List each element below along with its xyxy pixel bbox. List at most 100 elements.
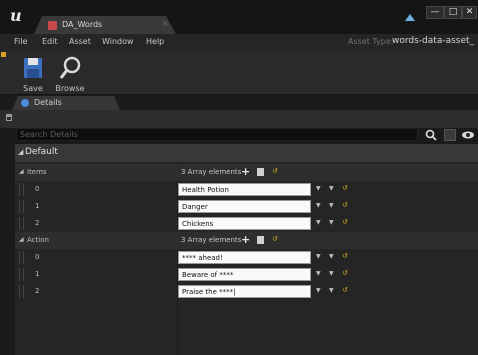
browse-label: Browse [55,84,85,93]
indent-guide [19,285,20,298]
trash-icon[interactable] [257,236,264,244]
save-button[interactable]: Save [15,54,51,94]
reset-icon[interactable]: ↺ [342,201,348,209]
element-dropdown[interactable]: ▼ [329,287,334,294]
maximize-button[interactable]: □ [444,6,462,19]
items-label: Items [27,168,47,176]
array-element-row: 2 Chickens ▼ ▼ ↺ [15,215,478,232]
magnifier-icon [59,56,81,79]
panel-tab-bar: Details [0,95,478,110]
eye-icon[interactable] [461,129,475,141]
array-element-row: 0 **** ahead! ▼ ▼ ↺ [15,249,478,266]
feedback-icon[interactable] [404,12,416,24]
indent-guide [19,268,20,281]
indent-guide [23,200,24,213]
element-options-dropdown[interactable]: ▼ [316,253,321,260]
element-index: 0 [35,253,40,261]
menu-asset[interactable]: Asset [69,37,91,46]
element-dropdown[interactable]: ▼ [329,270,334,277]
expand-arrow-icon[interactable]: ◢ [19,236,24,243]
element-options-dropdown[interactable]: ▼ [316,202,321,209]
text-field[interactable]: Praise the ****| [178,285,311,298]
asset-document-tab[interactable]: DA_Words × [34,16,176,34]
indent-guide [19,200,20,213]
indent-guide [19,251,20,264]
asset-tab-title: DA_Words [62,20,103,29]
action-array-row[interactable]: ◢ Action 3 Array elements + ↺ [15,232,478,249]
menu-window[interactable]: Window [102,37,134,46]
text-field[interactable]: Health Potion [178,183,311,196]
search-icon[interactable] [425,129,437,141]
reset-icon[interactable]: ↺ [342,218,348,226]
indent-guide [19,183,20,196]
search-placeholder: Search Details [20,130,78,139]
array-element-row: 1 Beware of **** ▼ ▼ ↺ [15,266,478,283]
expand-arrow-icon[interactable]: ◢ [19,168,24,175]
element-options-dropdown[interactable]: ▼ [316,219,321,226]
save-icon [24,58,42,78]
category-label: Default [25,147,58,157]
element-dropdown[interactable]: ▼ [329,253,334,260]
text-field[interactable]: Danger [178,200,311,213]
items-array-row[interactable]: ◢ Items 3 Array elements + ↺ [15,164,478,181]
minimize-button[interactable]: — [426,6,444,19]
array-element-row: 2 Praise the ****| ▼ ▼ ↺ [15,283,478,300]
element-index: 1 [35,202,40,210]
action-count: 3 Array elements [181,236,242,244]
add-element-button[interactable]: + [241,165,250,178]
reset-icon[interactable]: ↺ [342,269,348,277]
search-details-input[interactable]: Search Details [16,128,418,141]
array-element-row: 0 Health Potion ▼ ▼ ↺ [15,181,478,198]
tab-details[interactable]: Details [12,96,120,110]
element-dropdown[interactable]: ▼ [329,202,334,209]
indent-guide [23,183,24,196]
menu-bar: File Edit Asset Window Help Asset Type: … [0,34,478,51]
indent-guide [23,285,24,298]
reset-icon[interactable]: ↺ [342,252,348,260]
reset-icon[interactable]: ↺ [342,184,348,192]
menu-file[interactable]: File [14,37,27,46]
indent-guide [23,217,24,230]
lock-icon[interactable] [6,114,12,121]
text-field[interactable]: **** ahead! [178,251,311,264]
array-element-row: 1 Danger ▼ ▼ ↺ [15,198,478,215]
reset-icon[interactable]: ↺ [272,167,278,175]
data-asset-icon [48,21,57,30]
menu-help[interactable]: Help [146,37,164,46]
collapse-arrow-icon: ◢ [18,148,24,156]
element-dropdown[interactable]: ▼ [329,185,334,192]
action-label: Action [27,236,49,244]
text-field[interactable]: Beware of **** [178,268,311,281]
asset-type-label: Asset Type: [348,37,394,46]
element-index: 2 [35,287,40,295]
property-matrix-button[interactable] [444,129,456,141]
element-options-dropdown[interactable]: ▼ [316,185,321,192]
toolbar: Save Browse [0,51,478,95]
add-element-button[interactable]: + [241,233,250,246]
toolbar-corner-mark [1,52,6,57]
items-count: 3 Array elements [181,168,242,176]
menu-edit[interactable]: Edit [42,37,58,46]
element-options-dropdown[interactable]: ▼ [316,287,321,294]
details-tab-label: Details [34,98,62,107]
element-options-dropdown[interactable]: ▼ [316,270,321,277]
reset-icon[interactable]: ↺ [342,286,348,294]
close-window-button[interactable]: ✕ [462,6,477,19]
details-icon [21,99,29,107]
details-header-row [0,110,478,128]
tab-close-button[interactable]: × [162,19,169,28]
element-index: 1 [35,270,40,278]
text-field[interactable]: Chickens [178,217,311,230]
indent-guide [19,217,20,230]
asset-type-value: words-data-asset_ [392,36,475,46]
element-index: 0 [35,185,40,193]
element-index: 2 [35,219,40,227]
browse-button[interactable]: Browse [52,54,88,94]
title-bar: u DA_Words × — □ ✕ [0,0,478,34]
category-default[interactable]: ◢ Default [15,144,478,162]
indent-guide [23,268,24,281]
indent-guide [23,251,24,264]
element-dropdown[interactable]: ▼ [329,219,334,226]
trash-icon[interactable] [257,168,264,176]
reset-icon[interactable]: ↺ [272,235,278,243]
